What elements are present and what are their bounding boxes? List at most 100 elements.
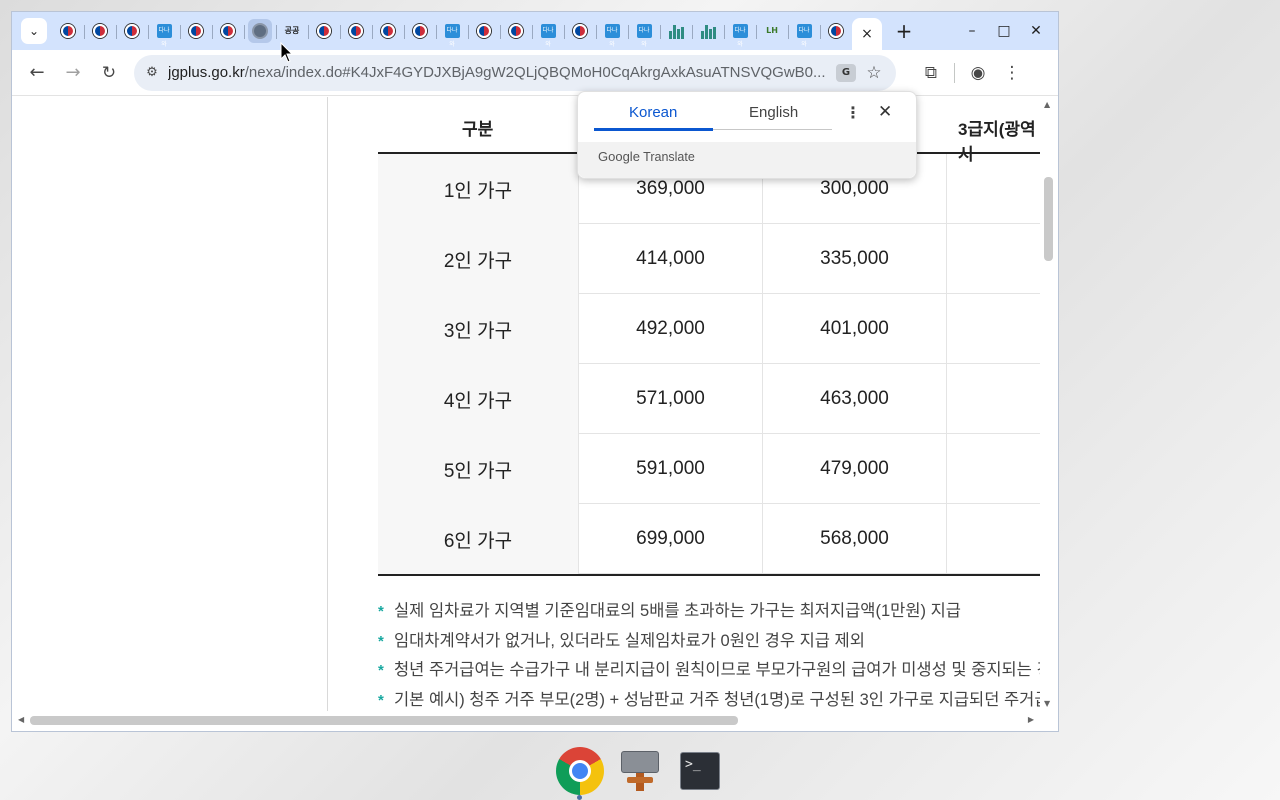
browser-tab[interactable]: [372, 16, 404, 46]
table-header-category: 구분: [462, 120, 494, 139]
rent-cell-grade3: [946, 154, 1040, 224]
rent-cell-grade3: [946, 504, 1040, 574]
page-content: 구분 3급지(광역시 1인 가구 369,000 300,000 2인 가구 414,0…: [12, 97, 1040, 711]
portal-favicon-icon: 다나와: [156, 24, 172, 48]
address-bar[interactable]: ⚙ jgplus.go.kr/nexa/index.do#K4JxF4GYDJX…: [134, 54, 896, 91]
text-favicon-icon: 공공: [284, 26, 300, 35]
profile-button[interactable]: ◉: [961, 56, 995, 90]
browser-tab[interactable]: [468, 16, 500, 46]
translate-icon[interactable]: G: [836, 63, 856, 82]
browser-tab[interactable]: [692, 16, 724, 46]
translate-close-icon[interactable]: ✕: [878, 102, 892, 122]
table-row: 5인 가구 591,000 479,000: [378, 434, 1040, 504]
maximize-button[interactable]: □: [988, 16, 1020, 46]
browser-tab[interactable]: 다나와: [628, 16, 660, 48]
tab-search-button[interactable]: ⌄: [21, 18, 47, 44]
translate-tab-korean[interactable]: Korean: [629, 104, 677, 121]
site-info-button[interactable]: ⚙: [138, 59, 166, 87]
browser-tab[interactable]: [244, 16, 276, 46]
browser-tab[interactable]: 다나와: [436, 16, 468, 48]
taegeuk-favicon-icon: [349, 24, 363, 38]
reload-button[interactable]: ↻: [92, 56, 126, 90]
vertical-scroll-thumb[interactable]: [1044, 177, 1053, 261]
back-button[interactable]: ←: [20, 56, 54, 90]
ssh-app-icon[interactable]: [616, 747, 664, 795]
browser-tab[interactable]: [212, 16, 244, 46]
taegeuk-favicon-icon: [317, 24, 331, 38]
browser-tab[interactable]: 다나와: [596, 16, 628, 48]
close-window-button[interactable]: ✕: [1020, 16, 1052, 46]
note-item: * 기본 예시) 청주 거주 부모(2명) + 성남판교 거주 청년(1명)로 구…: [378, 686, 1040, 712]
browser-tab[interactable]: [564, 16, 596, 46]
note-text: 청년 주거급여는 수급가구 내 분리지급이 원칙이므로 부모가구원의 급여가 미…: [394, 661, 1040, 679]
browser-tab[interactable]: [180, 16, 212, 46]
rent-cell: 463,000: [762, 364, 946, 434]
table-bottom-border: [378, 574, 1040, 576]
browser-tab[interactable]: 다나와: [724, 16, 756, 48]
translate-options-icon[interactable]: ⋮: [845, 103, 861, 122]
terminal-app-icon[interactable]: >_: [676, 747, 724, 795]
scroll-right-icon[interactable]: ▶: [1028, 715, 1034, 724]
rent-cell: 414,000: [578, 224, 762, 294]
taegeuk-favicon-icon: [189, 24, 203, 38]
rent-cell: 699,000: [578, 504, 762, 574]
scroll-down-icon[interactable]: ▼: [1044, 699, 1050, 708]
browser-tab[interactable]: [116, 16, 148, 46]
maximize-icon: □: [997, 23, 1011, 39]
asterisk-bullet-icon: *: [378, 632, 384, 650]
close-icon: ✕: [1030, 23, 1042, 39]
url-path: /nexa/index.do#K4JxF4GYDJXBjA9gW2QLjQBQM…: [244, 64, 826, 81]
tab-strip: ⌄ 다나와 공공 다나와 다나와 다나와 다나와 다나와 LH 다나와 × + – □ ✕: [12, 12, 1058, 50]
scroll-up-icon[interactable]: ▲: [1044, 100, 1050, 109]
taskbar: >_: [0, 740, 1280, 800]
household-size-cell: 4인 가구: [378, 364, 578, 434]
note-text: 실제 임차료가 지역별 기준임대료의 5배를 초과하는 가구는 최저지급액(1만…: [394, 602, 961, 620]
browser-tab[interactable]: [500, 16, 532, 46]
menu-button[interactable]: ⋮: [995, 56, 1029, 90]
browser-tab[interactable]: [52, 16, 84, 46]
taegeuk-favicon-icon: [125, 24, 139, 38]
browser-tab[interactable]: [660, 16, 692, 46]
extensions-button[interactable]: ⧉: [914, 56, 948, 90]
rent-cell: 568,000: [762, 504, 946, 574]
horizontal-scroll-thumb[interactable]: [30, 716, 738, 725]
table-row: 3인 가구 492,000 401,000: [378, 294, 1040, 364]
rent-cell-grade3: [946, 294, 1040, 364]
browser-tab[interactable]: [404, 16, 436, 46]
google-translate-logo: Google Translate: [598, 149, 695, 164]
browser-tab[interactable]: [308, 16, 340, 46]
browser-tab[interactable]: 다나와: [532, 16, 564, 48]
rent-cell: 401,000: [762, 294, 946, 364]
browser-tab[interactable]: LH: [756, 16, 788, 46]
taegeuk-favicon-icon: [61, 24, 75, 38]
note-item: * 임대차계약서가 없거나, 있더라도 실제임차료가 0원인 경우 지급 제외: [378, 627, 1040, 657]
translate-tab-english[interactable]: English: [749, 104, 798, 121]
active-tab[interactable]: ×: [852, 18, 882, 50]
browser-toolbar: ← → ↻ ⚙ jgplus.go.kr/nexa/index.do#K4JxF…: [12, 50, 1058, 96]
chrome-app-icon[interactable]: [556, 747, 604, 795]
browser-tab[interactable]: 다나와: [788, 16, 820, 48]
translate-active-indicator: [594, 128, 713, 131]
browser-tab[interactable]: [820, 16, 852, 46]
chevron-down-icon: ⌄: [28, 24, 40, 38]
new-tab-button[interactable]: +: [890, 17, 918, 45]
tab-close-icon[interactable]: ×: [861, 26, 873, 42]
taegeuk-favicon-icon: [829, 24, 843, 38]
toolbar-divider: [954, 62, 955, 83]
forward-button[interactable]: →: [56, 56, 90, 90]
minimize-button[interactable]: –: [956, 16, 988, 46]
taegeuk-favicon-icon: [93, 24, 107, 38]
browser-tab[interactable]: [340, 16, 372, 46]
vertical-scrollbar[interactable]: ▲ ▼: [1040, 97, 1058, 711]
browser-tab[interactable]: 다나와: [148, 16, 180, 48]
rent-cell: 571,000: [578, 364, 762, 434]
kebab-menu-icon: ⋮: [1003, 62, 1021, 83]
portal-favicon-icon: 다나와: [604, 24, 620, 48]
browser-tab[interactable]: [84, 16, 116, 46]
scroll-left-icon[interactable]: ◀: [18, 715, 24, 724]
bookmark-star-icon[interactable]: ☆: [862, 61, 886, 85]
globe-favicon-icon: [252, 23, 268, 39]
horizontal-scrollbar[interactable]: ◀ ▶: [12, 711, 1040, 731]
url-text[interactable]: jgplus.go.kr/nexa/index.do#K4JxF4GYDJXBj…: [168, 64, 836, 81]
rent-cell: 335,000: [762, 224, 946, 294]
